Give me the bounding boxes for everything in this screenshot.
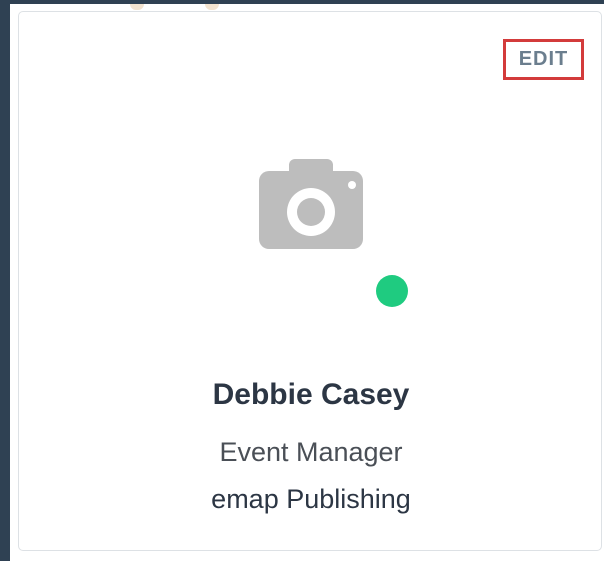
online-status-indicator xyxy=(376,275,408,307)
edit-button[interactable]: EDIT xyxy=(503,39,584,80)
camera-icon xyxy=(259,159,363,249)
app-frame: EDIT Debbie Casey Event Manager emap Pub… xyxy=(0,0,604,561)
frame-left-border xyxy=(0,0,10,561)
profile-name: Debbie Casey xyxy=(212,378,410,411)
profile-job-title: Event Manager xyxy=(219,437,403,467)
profile-card: EDIT Debbie Casey Event Manager emap Pub… xyxy=(18,11,602,551)
profile-photo-placeholder[interactable] xyxy=(255,155,367,255)
profile-company: emap Publishing xyxy=(211,484,411,514)
